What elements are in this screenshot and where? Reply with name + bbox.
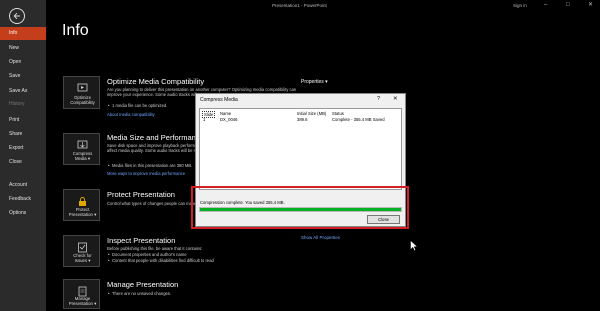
help-icon[interactable]: ? [377,96,380,102]
inspect-icon [78,242,87,253]
nav-close[interactable]: Close [0,156,46,169]
page-title: Info [62,22,89,39]
back-arrow-icon[interactable] [9,8,25,24]
column-header-status[interactable]: Status [332,111,344,116]
compress-media-icon [77,140,88,149]
highlight-annotation [191,186,409,229]
nav-export[interactable]: Export [0,142,46,155]
optimize-title: Optimize Media Compatibility [107,77,205,86]
optimize-media-icon [77,83,88,92]
compress-bullet: Media files in this presentation are 390… [108,163,192,168]
manage-label-2: Presentation ▾ [68,301,97,306]
show-all-properties-link[interactable]: Show All Properties [301,235,340,240]
media-performance-link[interactable]: More ways to improve media performance [107,171,185,176]
properties-heading[interactable]: Properties ▾ [301,79,328,85]
compression-list: Slide Name Initial Size (MB) Status 1 DX… [199,108,402,190]
inspect-label-2: Issues ▾ [74,258,91,263]
nav-feedback[interactable]: Feedback [0,193,46,206]
mouse-cursor-icon [410,240,418,251]
nav-new[interactable]: New [0,42,46,55]
nav-share[interactable]: Share [0,128,46,141]
compress-title: Media Size and Performance [107,133,204,142]
optimize-label-2: Compatibility [70,100,95,105]
protect-presentation-button[interactable]: Protect Presentation ▾ [63,189,100,221]
window-title: Presentation1 - PowerPoint [272,3,327,8]
backstage-sidebar: Info New Open Save Save As History Print… [0,0,46,311]
optimize-compatibility-button[interactable]: Optimize Compatibility [63,76,100,109]
row-name[interactable]: DX_0046 [220,117,237,122]
close-icon[interactable]: ✕ [393,96,398,102]
nav-account[interactable]: Account [0,179,46,192]
nav-save[interactable]: Save [0,70,46,83]
inspect-text: Before publishing this file, be aware th… [107,246,203,251]
manage-presentation-button[interactable]: Manage Presentation ▾ [63,279,100,309]
column-header-name[interactable]: Name [220,111,231,116]
compress-label-2: Media ▾ [74,156,91,161]
nav-info[interactable]: Info [0,27,46,40]
dialog-title: Compress Media [200,97,238,103]
inspect-bullet-2: Content that people with disabilities fi… [108,258,214,263]
nav-open[interactable]: Open [0,56,46,69]
protect-title: Protect Presentation [107,190,175,199]
row-status[interactable]: Complete - 355.4 MB Saved [332,117,385,122]
inspect-bullet-1: Document properties and author's name [108,252,187,257]
restore-icon[interactable]: □ [566,2,570,8]
protect-label-2: Presentation ▾ [68,212,97,217]
minimize-icon[interactable]: – [544,2,547,8]
optimize-bullet: 1 media file can be optimized. [108,103,167,108]
column-header-initial-size[interactable]: Initial Size (MB) [297,111,326,116]
inspect-title: Inspect Presentation [107,236,176,245]
check-for-issues-button[interactable]: Check for Issues ▾ [63,235,100,267]
nav-print[interactable]: Print [0,114,46,127]
row-slide[interactable]: 1 [203,117,205,122]
media-compatibility-link[interactable]: About media compatibility [107,112,155,117]
title-bar: Presentation1 - PowerPoint Sign in – □ ✕ [46,0,600,12]
nav-save-as[interactable]: Save As [0,85,46,98]
nav-options[interactable]: Options [0,207,46,220]
nav-history[interactable]: History [0,98,46,111]
lock-icon [79,197,86,206]
manage-bullet: There are no unsaved changes. [108,291,171,296]
close-window-icon[interactable]: ✕ [588,2,593,8]
compress-media-button[interactable]: Compress Media ▾ [63,133,100,165]
sign-in-link[interactable]: Sign in [513,3,527,8]
row-initial-size[interactable]: 389.6 [297,117,307,122]
manage-title: Manage Presentation [107,280,179,289]
